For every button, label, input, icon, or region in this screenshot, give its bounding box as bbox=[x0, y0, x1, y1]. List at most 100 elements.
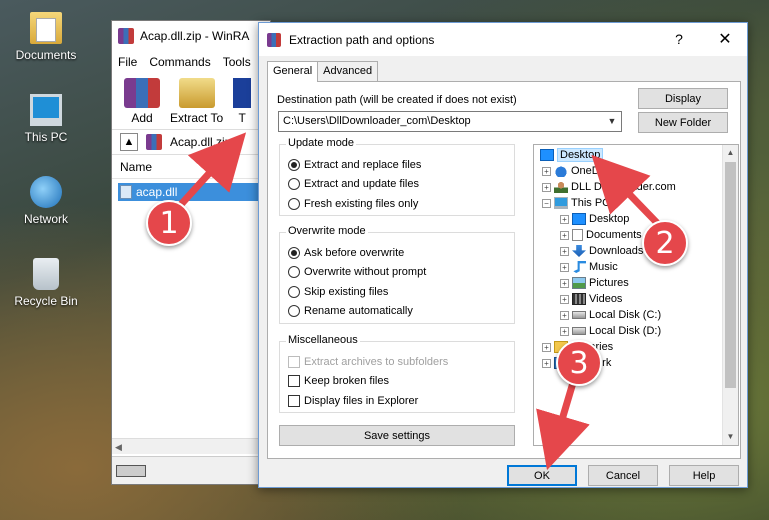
radio-overwrite-without-prompt[interactable]: Overwrite without prompt bbox=[288, 266, 426, 278]
winrar-window: Acap.dll.zip - WinRA File Commands Tools… bbox=[111, 20, 271, 485]
tab-advanced[interactable]: Advanced bbox=[317, 61, 379, 81]
expand-plus-icon[interactable]: + bbox=[542, 358, 551, 368]
option-label: Skip existing files bbox=[304, 286, 389, 298]
scroll-down-icon[interactable]: ▼ bbox=[723, 429, 738, 445]
expand-plus-icon[interactable]: + bbox=[542, 182, 551, 192]
destination-path-combobox[interactable]: C:\Users\DllDownloader_com\Desktop ▼ bbox=[278, 111, 622, 132]
expand-plus-icon[interactable]: + bbox=[542, 166, 551, 176]
expand-plus-icon[interactable]: + bbox=[560, 278, 569, 288]
tree-item-desktop-root[interactable]: Desktop bbox=[540, 147, 604, 163]
horizontal-scrollbar[interactable]: ◀ bbox=[112, 438, 270, 454]
expand-plus-icon[interactable]: + bbox=[560, 214, 569, 224]
scroll-up-icon[interactable]: ▲ bbox=[723, 145, 738, 161]
close-icon[interactable]: ✕ bbox=[703, 23, 747, 56]
callout-badge-2: 2 bbox=[642, 220, 688, 266]
option-label: Ask before overwrite bbox=[304, 247, 405, 259]
tree-item-downloads[interactable]: + Downloads bbox=[560, 243, 643, 259]
expand-plus-icon[interactable]: + bbox=[560, 246, 569, 256]
desktop-icon-label: This PC bbox=[24, 130, 68, 144]
save-settings-button[interactable]: Save settings bbox=[279, 425, 515, 446]
radio-icon bbox=[288, 178, 300, 190]
help-question-icon[interactable]: ? bbox=[657, 23, 701, 56]
up-folder-icon[interactable]: ▲ bbox=[120, 133, 138, 151]
tree-item-videos[interactable]: + Videos bbox=[560, 291, 622, 307]
radio-icon bbox=[288, 286, 300, 298]
extract-to-button[interactable]: Extract To bbox=[170, 78, 223, 125]
radio-icon bbox=[288, 305, 300, 317]
add-label: Add bbox=[131, 111, 153, 125]
folder-tree[interactable]: Desktop + OneDrive + DLL Downloader.com … bbox=[533, 144, 739, 446]
winrar-pathbar: ▲ Acap.dll.zip bbox=[112, 129, 270, 155]
tree-item-local-disk-d[interactable]: + Local Disk (D:) bbox=[560, 323, 661, 339]
radio-rename-automatically[interactable]: Rename automatically bbox=[288, 305, 413, 317]
dialog-tabs: General Advanced bbox=[267, 61, 379, 82]
checkbox-extract-to-subfolders[interactable]: Extract archives to subfolders bbox=[288, 356, 448, 368]
network-globe-icon bbox=[30, 176, 62, 208]
tree-label: OneDrive bbox=[571, 165, 618, 177]
tree-item-this-pc[interactable]: − This PC bbox=[542, 195, 610, 211]
ok-button[interactable]: OK bbox=[507, 465, 577, 486]
tree-item-desktop[interactable]: + Desktop bbox=[560, 211, 629, 227]
checkbox-icon bbox=[288, 356, 300, 368]
checkbox-display-in-explorer[interactable]: Display files in Explorer bbox=[288, 395, 418, 407]
chevron-down-icon[interactable]: ▼ bbox=[603, 112, 621, 131]
desktop-icon-recycle-bin[interactable]: Recycle Bin bbox=[6, 258, 86, 308]
test-button[interactable]: T bbox=[233, 78, 252, 125]
user-icon bbox=[554, 181, 568, 193]
cancel-button[interactable]: Cancel bbox=[588, 465, 658, 486]
hard-drive-icon bbox=[572, 327, 586, 335]
winrar-app-icon bbox=[118, 28, 134, 44]
expand-plus-icon[interactable]: + bbox=[560, 230, 569, 240]
column-header-name[interactable]: Name bbox=[112, 155, 270, 179]
menu-file[interactable]: File bbox=[118, 55, 137, 69]
help-button[interactable]: Help bbox=[669, 465, 739, 486]
radio-extract-replace[interactable]: Extract and replace files bbox=[288, 159, 421, 171]
checkbox-keep-broken[interactable]: Keep broken files bbox=[288, 375, 389, 387]
dialog-titlebar[interactable]: Extraction path and options ? ✕ bbox=[259, 23, 747, 56]
radio-selected-icon bbox=[288, 247, 300, 259]
tree-item-music[interactable]: + Music bbox=[560, 259, 618, 275]
test-icon bbox=[233, 78, 252, 108]
tree-label: Local Disk (C:) bbox=[589, 309, 662, 321]
desktop-icon-this-pc[interactable]: This PC bbox=[6, 94, 86, 144]
desktop-icon-network[interactable]: Network bbox=[6, 176, 86, 226]
desktop-icon-documents[interactable]: Documents bbox=[6, 12, 86, 62]
tree-item-documents[interactable]: + Documents bbox=[560, 227, 642, 243]
expand-plus-icon[interactable]: + bbox=[560, 294, 569, 304]
scrollbar-thumb[interactable] bbox=[725, 162, 736, 388]
tree-label: This PC bbox=[571, 197, 611, 209]
radio-fresh-existing[interactable]: Fresh existing files only bbox=[288, 198, 418, 210]
update-mode-title: Update mode bbox=[286, 137, 357, 149]
winrar-titlebar[interactable]: Acap.dll.zip - WinRA bbox=[112, 21, 270, 51]
collapse-minus-icon[interactable]: − bbox=[542, 198, 551, 208]
expand-plus-icon[interactable]: + bbox=[542, 342, 551, 352]
menu-tools[interactable]: Tools bbox=[223, 55, 251, 69]
radio-ask-before[interactable]: Ask before overwrite bbox=[288, 247, 404, 259]
computer-icon bbox=[554, 197, 568, 209]
update-mode-group: Update mode Extract and replace files Ex… bbox=[279, 137, 515, 216]
new-folder-button[interactable]: New Folder bbox=[638, 112, 728, 133]
menu-commands[interactable]: Commands bbox=[149, 55, 210, 69]
winrar-title: Acap.dll.zip - WinRA bbox=[140, 29, 250, 43]
callout-badge-3: 3 bbox=[556, 340, 602, 386]
radio-extract-update[interactable]: Extract and update files bbox=[288, 178, 419, 190]
general-panel: Destination path (will be created if doe… bbox=[267, 81, 741, 459]
tree-vertical-scrollbar[interactable]: ▲ ▼ bbox=[722, 145, 738, 445]
tree-label: Local Disk (D:) bbox=[589, 325, 662, 337]
expand-plus-icon[interactable]: + bbox=[560, 310, 569, 320]
file-row-selected[interactable]: acap.dll bbox=[118, 183, 268, 201]
tree-item-local-disk-c[interactable]: + Local Disk (C:) bbox=[560, 307, 661, 323]
tree-item-pictures[interactable]: + Pictures bbox=[560, 275, 629, 291]
radio-skip-existing[interactable]: Skip existing files bbox=[288, 286, 388, 298]
tree-item-user[interactable]: + DLL Downloader.com bbox=[542, 179, 676, 195]
drive-key-icon[interactable] bbox=[116, 464, 146, 477]
display-button[interactable]: Display bbox=[638, 88, 728, 109]
add-button[interactable]: Add bbox=[124, 78, 160, 125]
tab-general[interactable]: General bbox=[267, 61, 319, 82]
desktop-icon bbox=[572, 213, 586, 225]
expand-plus-icon[interactable]: + bbox=[560, 262, 569, 272]
tree-item-onedrive[interactable]: + OneDrive bbox=[542, 163, 617, 179]
destination-path-value: C:\Users\DllDownloader_com\Desktop bbox=[283, 115, 471, 127]
tree-label: Downloads bbox=[589, 245, 644, 257]
expand-plus-icon[interactable]: + bbox=[560, 326, 569, 336]
